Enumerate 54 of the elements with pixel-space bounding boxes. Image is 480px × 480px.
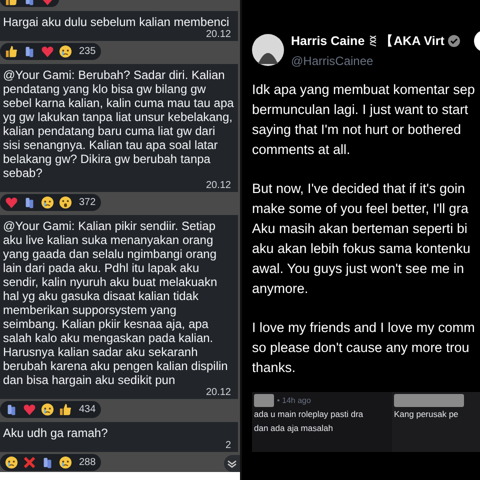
author-handle: @HarrisCainee	[291, 53, 374, 70]
message-time: 20.12	[206, 29, 232, 40]
post-text-line: But now, I've decided that if it's goin	[252, 180, 466, 198]
reaction-bar[interactable]: 372	[0, 194, 101, 211]
post-text-line: awal. You guys just won't see me in	[252, 260, 465, 278]
reaction-count: 288	[79, 456, 96, 470]
crying-face-icon	[41, 403, 54, 416]
post-text-line: so please don't cause any more trou	[252, 339, 470, 357]
cross-mark-icon	[23, 456, 36, 469]
reaction-count: 372	[79, 196, 96, 210]
thumbs-up-icon	[59, 403, 72, 416]
message-text: Hargai aku dulu sebelum kalian membenci	[3, 15, 230, 29]
reaction-bar[interactable]: 288	[0, 454, 101, 471]
crying-face-icon	[59, 45, 72, 58]
scroll-down-button[interactable]	[224, 455, 240, 472]
comment-time: • 14h ago	[277, 394, 311, 406]
heart-icon	[23, 403, 36, 416]
surprised-face-icon	[59, 196, 72, 209]
heart-icon	[5, 196, 18, 209]
verified-badge-icon	[448, 35, 460, 47]
message-text: Aku udh ga ramah?	[3, 426, 109, 440]
message-text: @Your Gami: Berubah? Sadar diri. Kalian pendatang yang klo bisa gw bilang gw sebel karna kalian, kalin cuma mau tau apa yg gw lakukan tanpa liat unsur kebelakang, kalian pendatang baru cuma liat gw dari sisi senangnya. Kalian tau apa soal latar belakang gw? Dikira gw berubah tanpa sebab?	[3, 68, 235, 180]
reaction-count: 235	[79, 45, 96, 59]
comment-text-line: Kang perusak pe	[394, 408, 460, 421]
author-alias: 【AKA Virt	[380, 32, 444, 50]
post-text-line: bermunculan lagi. I just want to start	[252, 101, 470, 119]
post-text-line: comments at all.	[252, 141, 352, 159]
author-name: Harris Caine	[291, 32, 365, 50]
post-text-line: anymore.	[252, 280, 310, 298]
crying-face-icon	[5, 456, 18, 469]
message-time: 2	[225, 440, 232, 451]
reaction-count: 434	[79, 403, 96, 417]
post-text-line: aku akan lebih fokus sama kontenku	[252, 240, 472, 258]
message-text: @Your Gami: Kalian pikir sendiir. Setiap aku live kalian suka menanyakan orang yang gaada dan selalu ngimbangi orang lain dari pada aku. Pdhl itu lapak aku sendir, kalin nyuruh aku buat melakuakn hal yg aku gasuka disaat kalian tidak memberikan supporsystem yang seimbang. Kalian pkiir kesnaa aja, apa salah kalo aku mengaskan pada kalian. Harusnya kalian sadar aku sekaranh berubah karena aku pengen kalian dispilin dan bisa hargain aku sedikit pun	[3, 219, 229, 387]
comment-text-line: ada u main roleplay pasti dra	[254, 408, 364, 421]
chevron-down-icon	[227, 458, 237, 468]
post-text-line: make some of you feel better, I'll gra	[252, 200, 470, 218]
crying-face-icon	[59, 456, 72, 469]
post-text-line: Aku masih akan berteman seperti bi	[252, 220, 468, 238]
post-text-line: saying that I'm not hurt or bothered	[252, 121, 462, 139]
reaction-bar[interactable]: 434	[0, 401, 101, 418]
reaction-bar[interactable]: 235	[0, 43, 101, 60]
heart-icon	[41, 45, 54, 58]
avatar	[252, 34, 284, 66]
post-text-line: Idk apa yang membuat komentar sep	[252, 81, 476, 99]
message-time: 20.12	[206, 387, 232, 398]
message-time: 20.12	[206, 180, 232, 191]
blurred-name	[394, 394, 464, 407]
blurred-name	[254, 394, 274, 407]
crying-face-icon	[41, 196, 54, 209]
thumbs-up-icon	[5, 45, 18, 58]
comment-text-line: dan ada aja masalah	[254, 422, 334, 435]
post-text-line: I love my friends and I love my comm	[252, 319, 476, 337]
post-text-line: thanks.	[252, 359, 297, 377]
